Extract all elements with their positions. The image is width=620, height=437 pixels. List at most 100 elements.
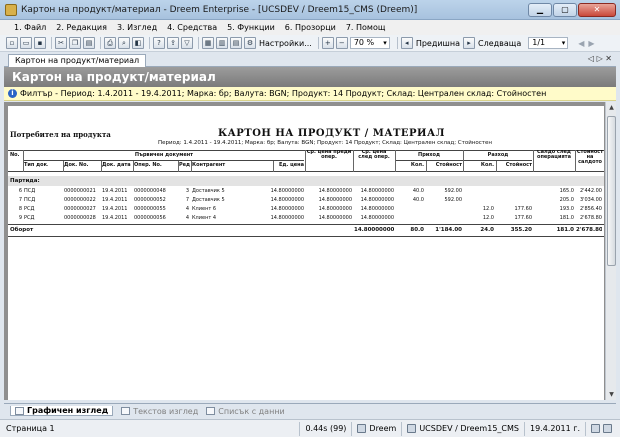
header-avg-before: Ср. цена преди опер. [306,150,352,160]
settings-button[interactable]: Настройки... [259,39,312,48]
cell-avg-after: 14.80000000 [360,188,394,194]
menu-help[interactable]: 7. Помощ [346,23,386,32]
tab-data-list-label: Списък с данни [218,406,285,416]
previous-page-button[interactable]: Предишна [416,39,460,48]
minimize-button[interactable]: ▁ [528,2,552,17]
cell-unit-price: 14.80000000 [270,188,304,194]
scroll-down-icon[interactable]: ▼ [606,389,616,400]
chart-icon[interactable]: ▥ [216,37,228,49]
header-balance-after: Салдо след операцията [537,150,571,160]
filter-text: Филтър - Период: 1.4.2011 - 19.4.2011; М… [20,89,547,98]
cell-avg-before: 14.80000000 [318,206,352,212]
new-document-icon[interactable]: ▫ [6,37,18,49]
cell-oper: 0000000052 [134,197,166,203]
notification-icon [591,424,600,433]
print-icon[interactable]: ⎙ [104,37,116,49]
col-divider [23,150,24,172]
vertical-scrollbar[interactable]: ▲ ▼ [605,102,616,400]
zoom-select[interactable]: 70 % [349,37,390,49]
header-primary-doc: Първичен документ [134,152,194,158]
menu-functions[interactable]: 5. Функции [227,23,275,32]
cell-no: 9 [18,215,22,221]
zoom-out-icon[interactable]: − [335,37,348,49]
text-view-icon [121,407,131,415]
tab-controls[interactable]: ◁ ▷ ✕ [588,54,612,63]
menu-view[interactable]: 3. Изглед [117,23,157,32]
cell-avg-before: 14.80000000 [318,188,352,194]
header-unit-price: Ед. цена [278,162,304,168]
report-subtitle: Период: 1.4.2011 - 19.4.2011; Марка: бр;… [158,140,492,146]
cell-qty-in: 40.0 [412,188,424,194]
page-title: Картон на продукт/материал [4,67,616,87]
paste-icon[interactable]: ▤ [83,37,95,49]
tab-graphic-view[interactable]: Графичен изглед [10,406,114,416]
cell-avg-after: 14.80000000 [360,206,394,212]
report-page: Потребител на продукта КАРТОН НА ПРОДУКТ… [8,106,604,400]
header-avg-after: Ср. цена след опер. [358,150,390,160]
cell-avg-after: 14.80000000 [360,215,394,221]
previous-page-icon[interactable]: ◂ [400,37,413,49]
menu-file[interactable]: 1. Файл [14,23,46,32]
table-row: 9 РСД 0000000028 19.4.2011 0000000056 4 … [8,214,604,223]
cell-row: 7 [185,197,189,203]
cell-unit-price: 14.80000000 [270,206,304,212]
cell-value-balance: 2'856.40 [579,206,602,212]
filter-icon[interactable]: ▽ [181,37,193,49]
header-doc-no: Док. No. [64,162,89,168]
header-row-top: No. Първичен документ Ср. цена преди опе… [8,150,604,165]
layout-icon[interactable]: ▦ [202,37,214,49]
document-tab[interactable]: Картон на продукт/материал [8,54,147,67]
page-select[interactable]: 1/1 [528,37,569,49]
nav-forward-icon[interactable]: ▶ [588,39,594,48]
cell-avg-after: 14.80000000 [360,197,394,203]
status-time-text: 0.44s (99) [305,423,347,433]
cell-value-balance: 2'678.80 [579,215,602,221]
menu-edit[interactable]: 2. Редакция [56,23,107,32]
cell-date: 19.4.2011 [102,197,128,203]
cell-row: 4 [185,215,189,221]
table-icon[interactable]: ▤ [230,37,242,49]
close-button[interactable]: ✕ [578,2,616,17]
lock-icon [603,424,612,433]
report-title: КАРТОН НА ПРОДУКТ / МАТЕРИАЛ [218,128,445,139]
cell-contractor: Клиент 6 [192,206,217,212]
toolbar-separator [51,37,52,49]
cell-balance: 205.0 [559,197,574,203]
zoom-in-icon[interactable]: + [321,37,334,49]
search-icon[interactable]: ⌕ [118,37,130,49]
next-page-button[interactable]: Следваща [478,39,521,48]
open-folder-icon[interactable]: ▭ [20,37,32,49]
tab-data-list[interactable]: Списък с данни [206,406,285,416]
menu-tools[interactable]: 4. Средства [167,23,217,32]
data-list-icon [206,407,216,415]
scroll-thumb[interactable] [607,116,616,266]
cell-oper: 0000000048 [134,188,166,194]
status-db-text: UCSDEV / Dreem15_CMS [419,423,519,433]
nav-back-icon[interactable]: ◀ [578,39,584,48]
info-icon: i [8,89,17,98]
header-row: Ред [179,162,191,168]
save-icon[interactable]: ▪ [34,37,46,49]
cell-type: ПСД [24,188,36,194]
cell-doc-no: 0000000021 [64,188,96,194]
next-page-icon[interactable]: ▸ [463,37,476,49]
cell-type: ПСД [24,197,36,203]
settings-icon[interactable]: ⚙ [244,37,256,49]
help-icon[interactable]: ? [153,37,165,49]
maximize-button[interactable]: ▢ [553,2,577,17]
copy-icon[interactable]: ❐ [69,37,81,49]
tab-text-view[interactable]: Текстов изглед [121,407,198,416]
print-preview-icon[interactable]: ◧ [132,37,144,49]
cell-row: 3 [185,188,189,194]
status-indicators [585,421,620,436]
menu-windows[interactable]: 6. Прозорци [285,23,336,32]
view-tabs: Графичен изглед Текстов изглед Списък с … [4,403,616,418]
export-icon[interactable]: ⇪ [167,37,179,49]
status-app-text: Dreem [369,423,397,433]
cell-type: РСД [24,206,35,212]
cell-date: 19.4.2011 [102,188,128,194]
header-qty-out: Кол. [480,162,494,168]
scroll-up-icon[interactable]: ▲ [606,102,616,113]
cut-icon[interactable]: ✂ [55,37,67,49]
header-income: Приход [418,152,440,158]
